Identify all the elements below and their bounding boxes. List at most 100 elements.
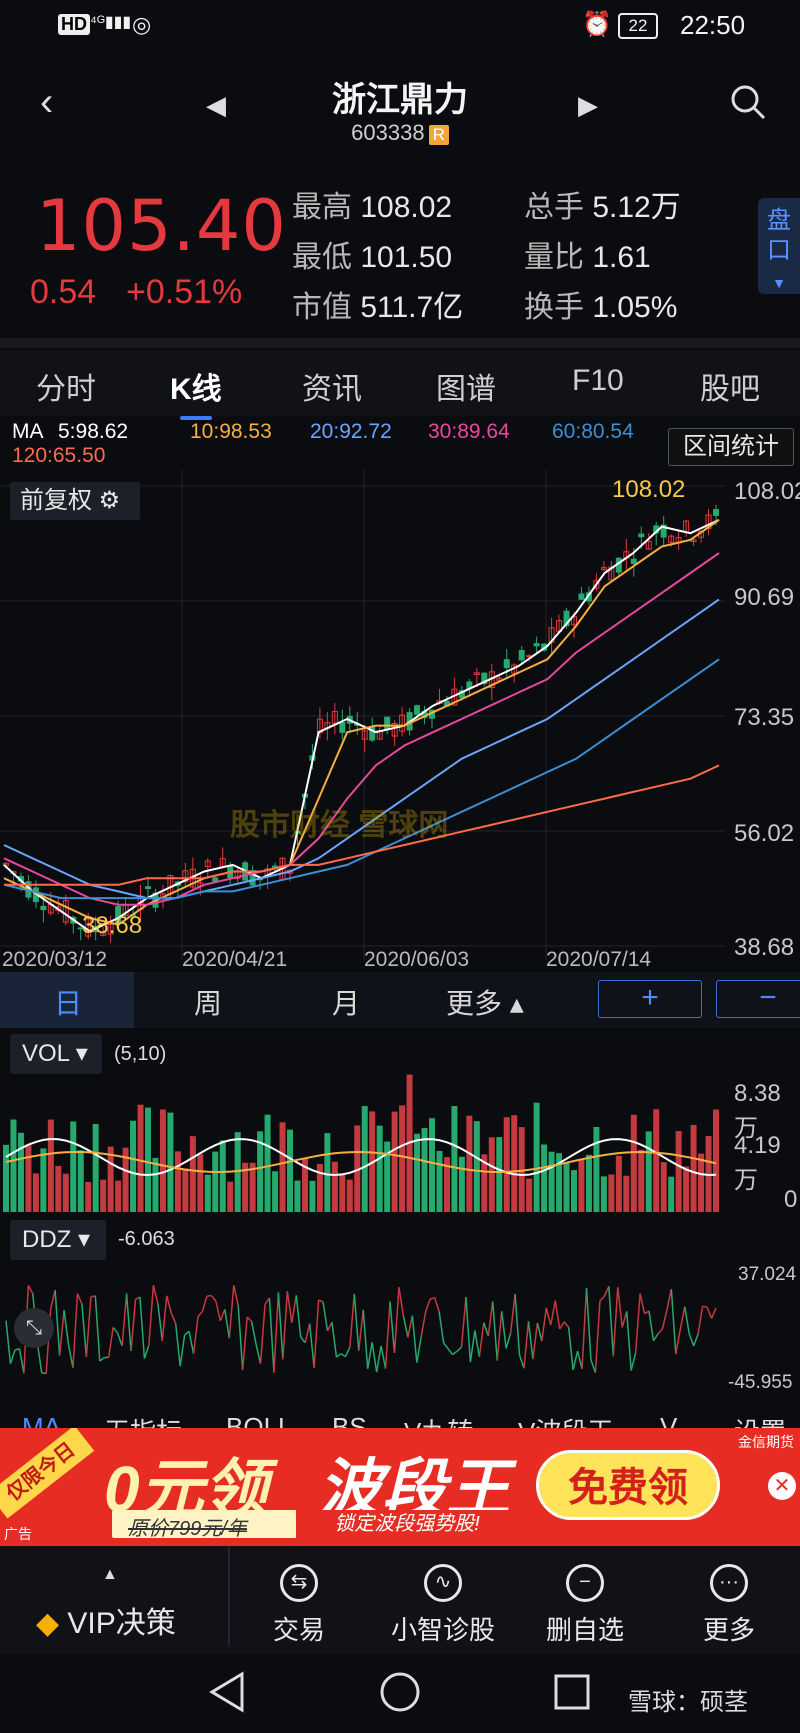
period-more[interactable]: 更多 ▴ xyxy=(446,982,524,1022)
volume-bar xyxy=(713,1109,719,1212)
indicator-bs[interactable]: BS xyxy=(332,1412,367,1428)
volume-bar xyxy=(197,1154,204,1212)
stat-ratio: 量比 1.61 xyxy=(524,241,651,274)
ddz-segment xyxy=(322,1301,329,1332)
ddz-segment xyxy=(121,1293,128,1346)
tab-graph[interactable]: 图谱 xyxy=(436,364,496,408)
volume-bar xyxy=(548,1151,555,1212)
ddz-chart[interactable] xyxy=(0,1260,730,1400)
indicator-none[interactable]: 无指标 xyxy=(104,1412,182,1428)
ad-cta-button[interactable]: 免费领 xyxy=(536,1450,720,1520)
ddz-segment xyxy=(416,1336,423,1363)
pankou-button[interactable]: 盘口 ▼ xyxy=(758,198,800,294)
back-icon[interactable] xyxy=(208,1670,248,1714)
indicator-settings[interactable]: 设置 xyxy=(734,1412,786,1428)
zoom-in-button[interactable]: + xyxy=(598,980,702,1018)
ddz-segment xyxy=(54,1290,61,1356)
ddz-segment xyxy=(5,1320,12,1364)
nav-vip[interactable]: ◆ VIP决策 xyxy=(36,1598,176,1642)
ddz-segment xyxy=(411,1315,418,1363)
volume-bar xyxy=(159,1109,166,1212)
search-icon[interactable] xyxy=(728,82,768,122)
range-stats-button[interactable]: 区间统计 xyxy=(668,428,794,466)
ddz-segment xyxy=(706,1306,713,1319)
ddz-max: 37.024 xyxy=(738,1264,797,1285)
ddz-segment xyxy=(366,1342,373,1369)
candle-body xyxy=(533,643,540,647)
period-month[interactable]: 月 xyxy=(332,982,360,1022)
indicator-boll[interactable]: BOLL xyxy=(226,1412,293,1428)
ad-close-icon[interactable]: ✕ xyxy=(768,1472,796,1500)
vol-dropdown[interactable]: VOL ▾ xyxy=(10,1034,102,1074)
expand-icon[interactable]: ⤡ xyxy=(14,1308,54,1348)
caret-up-icon[interactable]: ▲ xyxy=(102,1566,118,1584)
ddz-segment xyxy=(166,1295,172,1314)
ddz-segment xyxy=(532,1322,539,1360)
stat-mcap: 市值 511.7亿 xyxy=(292,291,464,324)
ddz-segment xyxy=(326,1321,333,1332)
indicator-v[interactable]: V xyxy=(660,1412,677,1428)
volume-chart[interactable] xyxy=(0,1072,730,1212)
ddz-segment xyxy=(304,1323,311,1343)
ddz-min: -45.955 xyxy=(728,1372,793,1393)
ddz-segment xyxy=(148,1285,155,1346)
home-icon[interactable] xyxy=(378,1670,422,1714)
nav-more[interactable]: ··· 更多 xyxy=(664,1564,794,1647)
ddz-segment xyxy=(572,1350,579,1371)
ddz-segment xyxy=(241,1317,248,1371)
ddz-segment xyxy=(487,1301,494,1337)
indicator-vwave[interactable]: V波段王 xyxy=(518,1412,613,1428)
tab-kline[interactable]: K线 xyxy=(170,364,222,420)
recent-icon[interactable] xyxy=(552,1672,592,1712)
tab-news[interactable]: 资讯 xyxy=(302,364,362,408)
gear-icon: ⚙ xyxy=(98,487,121,514)
volume-bar xyxy=(70,1121,77,1212)
period-day[interactable]: 日 xyxy=(54,982,82,1022)
ma120-value: 120:65.50 xyxy=(12,444,106,467)
more-icon: ··· xyxy=(710,1564,748,1602)
kline-chart[interactable] xyxy=(0,470,730,970)
tab-f10[interactable]: F10 xyxy=(572,364,624,398)
ma-label: MA xyxy=(12,420,44,443)
ddz-segment xyxy=(72,1293,79,1368)
ddz-segment xyxy=(192,1316,199,1354)
zoom-out-button[interactable]: − xyxy=(716,980,800,1018)
candle-body xyxy=(713,509,719,516)
indicator-v9[interactable]: V九转 xyxy=(404,1412,473,1428)
ddz-segment xyxy=(550,1300,556,1326)
volume-bar xyxy=(668,1176,675,1212)
volume-bar xyxy=(414,1133,421,1212)
indicator-ma[interactable]: MA xyxy=(22,1412,61,1428)
volume-bar xyxy=(331,1161,338,1212)
tab-timeshare[interactable]: 分时 xyxy=(36,364,96,408)
ma20-value: 20:92.72 xyxy=(310,420,392,443)
ddz-segment xyxy=(496,1311,503,1361)
stat-volume: 总手 5.12万 xyxy=(524,191,681,224)
ma-line-30 xyxy=(3,598,720,900)
volume-bar xyxy=(496,1137,503,1212)
ddz-dropdown[interactable]: DDZ ▾ xyxy=(10,1220,106,1260)
nav-trade[interactable]: ⇆ 交易 xyxy=(234,1564,364,1647)
ddz-segment xyxy=(567,1327,574,1370)
next-stock-icon[interactable]: ▶ xyxy=(578,90,598,121)
ddz-segment xyxy=(670,1289,677,1355)
volume-bar xyxy=(511,1115,518,1212)
ddz-segment xyxy=(76,1293,83,1305)
tab-forum[interactable]: 股吧 xyxy=(700,364,760,408)
volume-bar xyxy=(346,1179,353,1212)
volume-bar xyxy=(130,1120,137,1212)
ad-banner[interactable]: 仅限今日 0元领 波段王 原价799元/年 锁定波段强势股! 免费领 金信期货 … xyxy=(0,1428,800,1546)
ddz-segment xyxy=(702,1305,708,1308)
volume-bar xyxy=(466,1115,473,1212)
ddz-segment xyxy=(268,1298,275,1373)
nav-diagnose[interactable]: ∿ 小智诊股 xyxy=(378,1564,508,1647)
period-week[interactable]: 周 xyxy=(194,982,222,1022)
nav-remove-watch[interactable]: − 删自选 xyxy=(520,1564,650,1647)
ddz-segment xyxy=(505,1333,512,1349)
ddz-segment xyxy=(215,1300,222,1321)
volume-bar xyxy=(526,1178,533,1212)
fuquan-button[interactable]: 前复权 ⚙ xyxy=(10,482,140,520)
ddz-segment xyxy=(9,1350,16,1364)
ddz-segment xyxy=(621,1311,628,1328)
ddz-segment xyxy=(313,1300,320,1368)
